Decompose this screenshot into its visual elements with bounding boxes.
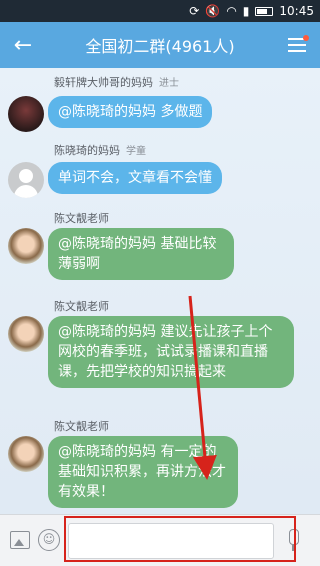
mute-icon: 🔇 <box>205 4 221 18</box>
chat-message: 陈文靓老师 @陈晓琦的妈妈 基础比较薄弱啊 <box>8 208 308 288</box>
sender-name: 陈文靓老师 <box>54 420 109 433</box>
avatar[interactable] <box>8 96 44 132</box>
sender-rank: 进士 <box>159 78 179 89</box>
avatar[interactable] <box>8 436 44 472</box>
chat-message: 毅轩牌大帅哥的妈妈 进士 @陈晓琦的妈妈 多做题 <box>8 72 308 132</box>
sync-icon: ⟳ <box>189 4 200 18</box>
notification-dot <box>303 35 309 41</box>
menu-button[interactable] <box>274 22 320 68</box>
emoji-icon[interactable]: ☺ <box>38 529 60 551</box>
wifi-icon: ◠ <box>226 4 237 18</box>
image-icon[interactable] <box>10 531 30 549</box>
status-bar: ⟳ 🔇 ◠ ▮ 10:45 <box>0 0 320 22</box>
battery-icon <box>255 6 274 16</box>
input-bar: ☺ <box>0 514 320 566</box>
signal-icon: ▮ <box>242 4 250 18</box>
status-time: 10:45 <box>279 4 314 18</box>
message-bubble[interactable]: @陈晓琦的妈妈 有一定的基础知识积累，再讲方法才有效果！ <box>48 436 238 508</box>
avatar[interactable] <box>8 316 44 352</box>
message-bubble[interactable]: @陈晓琦的妈妈 多做题 <box>48 96 213 128</box>
message-bubble[interactable]: 单词不会，文章看不会懂 <box>48 162 222 194</box>
sender-name: 陈文靓老师 <box>54 300 109 313</box>
sender-name: 毅轩牌大帅哥的妈妈 进士 <box>54 76 179 89</box>
chat-message: 陈文靓老师 @陈晓琦的妈妈 有一定的基础知识积累，再讲方法才有效果！ <box>8 416 308 512</box>
title-bar: ← 全国初二群(4961人) <box>0 22 320 68</box>
sender-name: 陈文靓老师 <box>54 212 109 225</box>
sender-rank: 学童 <box>126 146 146 157</box>
message-input[interactable] <box>68 523 274 559</box>
avatar[interactable] <box>8 162 44 198</box>
chat-message: 陈晓琦的妈妈 学童 单词不会，文章看不会懂 <box>8 140 308 200</box>
message-bubble[interactable]: @陈晓琦的妈妈 基础比较薄弱啊 <box>48 228 234 280</box>
microphone-icon[interactable] <box>286 529 300 553</box>
chat-area[interactable]: 毅轩牌大帅哥的妈妈 进士 @陈晓琦的妈妈 多做题 陈晓琦的妈妈 学童 单词不会，文章… <box>0 68 320 514</box>
sender-name: 陈晓琦的妈妈 学童 <box>54 144 146 157</box>
avatar[interactable] <box>8 228 44 264</box>
message-bubble[interactable]: @陈晓琦的妈妈 建议先让孩子上个网校的春季班，试试录播课和直播课，先把学校的知识… <box>48 316 294 388</box>
page-title: 全国初二群(4961人) <box>85 37 235 56</box>
back-arrow-icon: ← <box>13 32 33 58</box>
back-button[interactable]: ← <box>0 22 46 68</box>
chat-message: 陈文靓老师 @陈晓琦的妈妈 建议先让孩子上个网校的春季班，试试录播课和直播课，先… <box>8 296 308 406</box>
